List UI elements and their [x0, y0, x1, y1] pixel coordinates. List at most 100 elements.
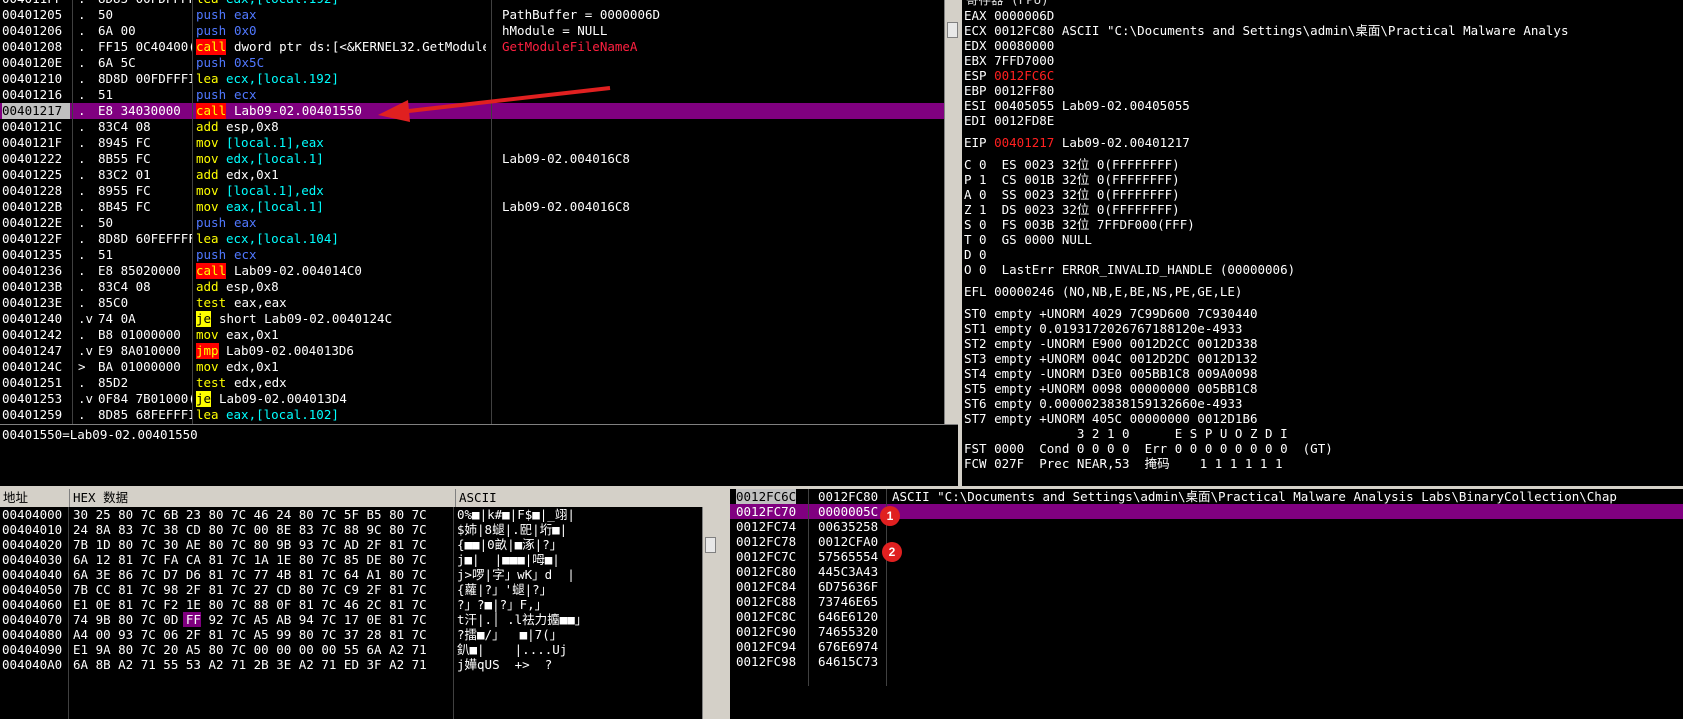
disasm-row[interactable]: 0040124C > BA 01000000 mov edx,0x1	[0, 359, 944, 375]
disasm-row[interactable]: 0040122B. 8B45 FC mov eax,[local.1] Lab09-02…	[0, 199, 944, 215]
disasm-row[interactable]: 00401242. B8 01000000 mov eax,0x1	[0, 327, 944, 343]
register-line[interactable]: EBX 7FFD7000	[964, 53, 1054, 69]
dump-scrollbar[interactable]	[702, 507, 717, 719]
stack-value[interactable]: 64615C73	[818, 654, 878, 669]
dump-hex[interactable]: A4 00 93 7C 06 2F 81 7C A5 99 80 7C 37 2…	[73, 627, 451, 642]
disasm-row[interactable]: 00401206. 6A 00 push 0x0 hModule = NULL	[0, 23, 944, 39]
stack-value[interactable]: 6D75636F	[818, 579, 878, 594]
dump-pane[interactable]: 00404000 30 25 80 7C 6B 23 80 7C 46 24 80…	[0, 507, 702, 719]
disasm-row[interactable]: 00401240 .v 74 0A je short Lab09-02.0040124C	[0, 311, 944, 327]
dump-hex[interactable]: 74 9B 80 7C 0D FF 92 7C A5 AB 94 7C 17 0…	[73, 612, 451, 627]
disasm-row[interactable]: 0040121F. 8945 FC mov [local.1],eax	[0, 135, 944, 151]
register-line[interactable]: ST4 empty -UNORM D3E0 005BB1C8 009A0098	[964, 366, 1258, 382]
stack-value[interactable]: 676E6974	[818, 639, 878, 654]
dump-row[interactable]: 004040A0 6A 8B A2 71 55 53 A2 71 2B 3E A2…	[0, 657, 702, 672]
dump-ascii[interactable]: j>啰|字」wK」d |	[457, 567, 701, 582]
stack-row[interactable]: 0012FC90 74655320	[730, 624, 1683, 639]
dump-hex[interactable]: E1 0E 81 7C F2 1E 80 7C 88 0F 81 7C 46 2…	[73, 597, 451, 612]
disasm-row[interactable]: 00401251. 85D2 test edx,edx	[0, 375, 944, 391]
register-line[interactable]: ST1 empty 0.0193172026767188120e-4933	[964, 321, 1242, 337]
disasm-scrollbar[interactable]	[944, 0, 959, 424]
disasm-row[interactable]: 00401235. 51 push ecx	[0, 247, 944, 263]
registers-pane[interactable]: 寄存器 (FPU) EAX 0000006DECX 0012FC80 ASCII…	[962, 0, 1683, 486]
dump-row[interactable]: 00404000 30 25 80 7C 6B 23 80 7C 46 24 80…	[0, 507, 702, 522]
disasm-row[interactable]: 00401247 .v E9 8A010000 jmp Lab09-02.004013D…	[0, 343, 944, 359]
dump-ascii[interactable]: 0%■|k#■|F$■|_翊|	[457, 507, 701, 522]
register-line[interactable]: EFL 00000246 (NO,NB,E,BE,NS,PE,GE,LE)	[964, 284, 1242, 300]
disasm-row[interactable]: 00401222. 8B55 FC mov edx,[local.1] Lab09-02…	[0, 151, 944, 167]
stack-row[interactable]: 0012FC6C 0012FC80 ASCII "C:\Documents and …	[730, 489, 1683, 504]
dump-hex[interactable]: 7B CC 81 7C 98 2F 81 7C 27 CD 80 7C C9 2…	[73, 582, 451, 597]
stack-row[interactable]: 0012FC80 445C3A43	[730, 564, 1683, 579]
dump-ascii[interactable]: ?」?■|?」F,」	[457, 597, 701, 612]
disassembly-pane[interactable]: 004011FF.8D85 00FDFFFFleaeax,[local.192]…	[0, 0, 944, 424]
dump-row[interactable]: 00404020 7B 1D 80 7C 30 AE 80 7C 80 9B 93…	[0, 537, 702, 552]
register-line[interactable]: A 0 SS 0023 32位 0(FFFFFFFF)	[964, 187, 1180, 203]
stack-row[interactable]: 0012FC88 73746E65	[730, 594, 1683, 609]
stack-value[interactable]: 445C3A43	[818, 564, 878, 579]
stack-pane[interactable]: 0012FC6C 0012FC80 ASCII "C:\Documents and …	[730, 489, 1683, 719]
dump-ascii[interactable]: ?擂■/」 ■|7(」	[457, 627, 701, 642]
disasm-row[interactable]: 0040123B. 83C4 08 add esp,0x8	[0, 279, 944, 295]
register-line[interactable]: C 0 ES 0023 32位 0(FFFFFFFF)	[964, 157, 1180, 173]
dump-ascii[interactable]: $姉|8螁|.巸|垳■|	[457, 522, 701, 537]
register-line[interactable]: ESI 00405055 Lab09-02.00405055	[964, 98, 1190, 114]
register-line[interactable]: EIP 00401217 Lab09-02.00401217	[964, 135, 1190, 151]
register-line[interactable]: Z 1 DS 0023 32位 0(FFFFFFFF)	[964, 202, 1180, 218]
stack-value[interactable]: 57565554	[818, 549, 878, 564]
stack-value[interactable]: 646E6120	[818, 609, 878, 624]
register-value[interactable]: 0012FC6C	[994, 68, 1054, 83]
register-value[interactable]: 00401217	[994, 135, 1054, 150]
disasm-row[interactable]: 0040122E. 50 push eax	[0, 215, 944, 231]
register-line[interactable]: FST 0000 Cond 0 0 0 0 Err 0 0 0 0 0 0 0 …	[964, 441, 1333, 457]
dump-hex[interactable]: 6A 3E 86 7C D7 D6 81 7C 77 4B 81 7C 64 A…	[73, 567, 451, 582]
dump-ascii[interactable]: t汗|.│ .l祛力攟■■」	[457, 612, 701, 627]
register-line[interactable]: 3 2 1 0 E S P U O Z D I	[964, 426, 1288, 442]
dump-row[interactable]: 00404060 E1 0E 81 7C F2 1E 80 7C 88 0F 81…	[0, 597, 702, 612]
dump-hex[interactable]: 24 8A 83 7C 38 CD 80 7C 00 8E 83 7C 88 9…	[73, 522, 451, 537]
disasm-row[interactable]: 0040120E. 6A 5C push 0x5C	[0, 55, 944, 71]
dump-hex[interactable]: 6A 8B A2 71 55 53 A2 71 2B 3E A2 71 ED 3…	[73, 657, 451, 672]
dump-row[interactable]: 00404040 6A 3E 86 7C D7 D6 81 7C 77 4B 81…	[0, 567, 702, 582]
dump-row[interactable]: 00404030 6A 12 81 7C FA CA 81 7C 1A 1E 80…	[0, 552, 702, 567]
disasm-row[interactable]: 0040123E. 85C0 test eax,eax	[0, 295, 944, 311]
register-line[interactable]: EDI 0012FD8E	[964, 113, 1054, 129]
dump-ascii[interactable]: {蘿|?」'螁|?」	[457, 582, 701, 597]
disasm-row[interactable]: 00401208. FF15 0C40400(call dword ptr ds:[…	[0, 39, 944, 55]
register-line[interactable]: ST2 empty -UNORM E900 0012D2CC 0012D338	[964, 336, 1258, 352]
register-line[interactable]: S 0 FS 003B 32位 7FFDF000(FFF)	[964, 217, 1195, 233]
stack-row[interactable]: 0012FC70 0000005C	[730, 504, 1683, 519]
register-line[interactable]: ECX 0012FC80 ASCII "C:\Documents and Set…	[964, 23, 1568, 39]
stack-row[interactable]: 0012FC74 00635258	[730, 519, 1683, 534]
dump-row[interactable]: 00404090 E1 9A 80 7C 20 A5 80 7C 00 00 00…	[0, 642, 702, 657]
disasm-row[interactable]: 00401225. 83C2 01 add edx,0x1	[0, 167, 944, 183]
dump-row[interactable]: 00404080 A4 00 93 7C 06 2F 81 7C A5 99 80…	[0, 627, 702, 642]
register-line[interactable]: ST0 empty +UNORM 4029 7C99D600 7C930440	[964, 306, 1258, 322]
dump-row[interactable]: 00404070 74 9B 80 7C 0D FF 92 7C A5 AB 94…	[0, 612, 702, 627]
stack-value[interactable]: 00635258	[818, 519, 878, 534]
dump-header-ascii[interactable]: ASCII	[456, 489, 718, 507]
stack-value[interactable]: 0012FC80	[818, 489, 878, 504]
register-line[interactable]: O 0 LastErr ERROR_INVALID_HANDLE (000000…	[964, 262, 1295, 278]
disasm-row[interactable]: 00401236. E8 85020000 call Lab09-02.004014C…	[0, 263, 944, 279]
disasm-row[interactable]: 004011FF.8D85 00FDFFFF lea eax,[local.192]	[0, 0, 944, 7]
dump-row[interactable]: 00404010 24 8A 83 7C 38 CD 80 7C 00 8E 83…	[0, 522, 702, 537]
dump-ascii[interactable]: j■| |■■■|呣■|	[457, 552, 701, 567]
dump-row[interactable]: 00404050 7B CC 81 7C 98 2F 81 7C 27 CD 80…	[0, 582, 702, 597]
register-line[interactable]: D 0	[964, 247, 987, 263]
stack-row[interactable]: 0012FC7C 57565554	[730, 549, 1683, 564]
dump-ascii[interactable]: {■■|0畝|■涿|?」	[457, 537, 701, 552]
dump-ascii[interactable]: 釟■| |....Uj	[457, 642, 701, 657]
stack-row[interactable]: 0012FC94 676E6974	[730, 639, 1683, 654]
dump-hex[interactable]: 7B 1D 80 7C 30 AE 80 7C 80 9B 93 7C AD 2…	[73, 537, 451, 552]
disasm-row[interactable]: 00401205. 50 push eax PathBuffer = 0000006D	[0, 7, 944, 23]
stack-value[interactable]: 74655320	[818, 624, 878, 639]
stack-row[interactable]: 0012FC78 0012CFA0	[730, 534, 1683, 549]
register-line[interactable]: EBP 0012FF80	[964, 83, 1054, 99]
disasm-row[interactable]: 00401259. 8D85 68FEFFFI lea eax,[local.102]	[0, 407, 944, 423]
stack-splitter[interactable]	[716, 489, 730, 719]
stack-value[interactable]: 0012CFA0	[818, 534, 878, 549]
register-line[interactable]: ST3 empty +UNORM 004C 0012D2DC 0012D132	[964, 351, 1258, 367]
stack-row[interactable]: 0012FC84 6D75636F	[730, 579, 1683, 594]
dump-hex[interactable]: 6A 12 81 7C FA CA 81 7C 1A 1E 80 7C 85 D…	[73, 552, 451, 567]
